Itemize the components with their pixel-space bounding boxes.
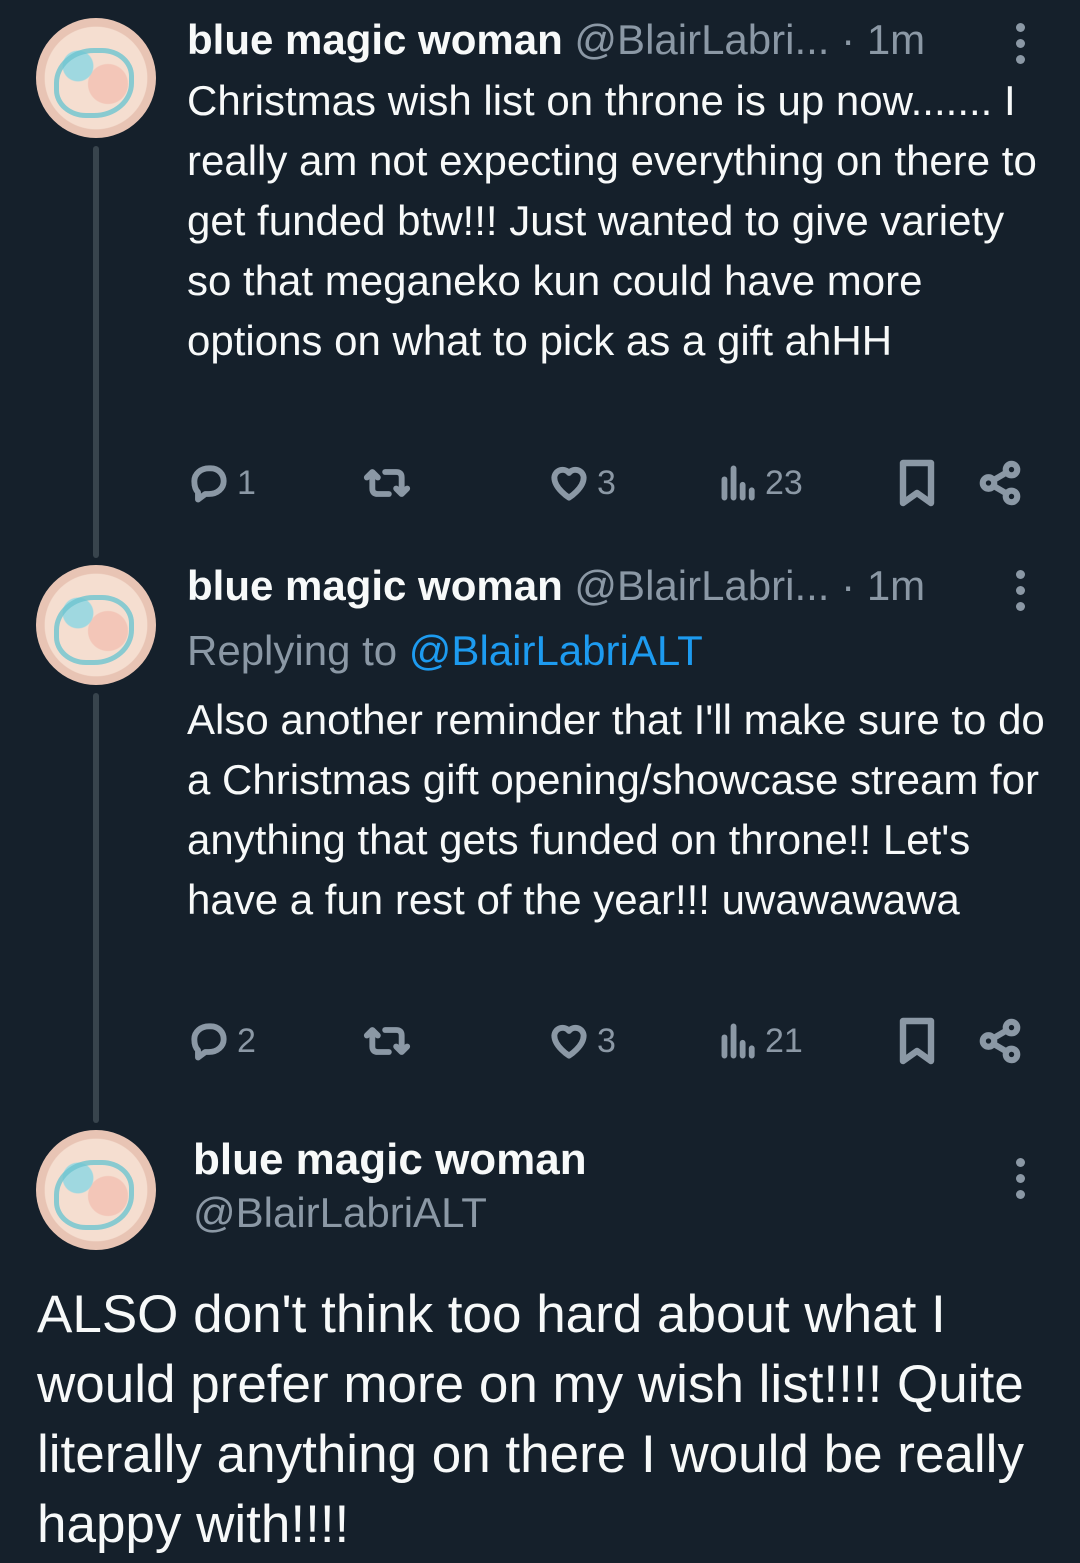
share-button[interactable]	[977, 1016, 1023, 1066]
heart-icon	[551, 466, 587, 501]
like-button[interactable]: 3	[547, 458, 616, 508]
like-count: 3	[597, 1021, 616, 1060]
views-icon	[721, 465, 755, 501]
retweet-icon	[363, 469, 411, 497]
like-count: 3	[597, 463, 616, 502]
tweet-header: blue magic woman @BlairLabri... · 1m	[187, 15, 925, 65]
avatar[interactable]	[36, 565, 156, 685]
replying-handle-link[interactable]: @BlairLabriALT	[409, 627, 703, 674]
retweet-button[interactable]	[362, 458, 412, 508]
more-vertical-icon[interactable]	[1010, 565, 1030, 615]
views-icon	[721, 1023, 755, 1059]
avatar[interactable]	[36, 1130, 156, 1250]
tweet-actions: 2 3 21	[187, 1016, 1037, 1066]
author-name[interactable]: blue magic woman	[187, 16, 563, 63]
author-handle[interactable]: @BlairLabri...	[574, 562, 829, 609]
author-handle[interactable]: @BlairLabriALT	[193, 1188, 487, 1238]
share-icon	[979, 460, 1021, 506]
tweet-text: Christmas wish list on throne is up now.…	[187, 77, 1037, 364]
separator-dot: ·	[841, 16, 856, 63]
replying-label: Replying to	[187, 627, 398, 674]
reply-button[interactable]: 1	[187, 458, 256, 508]
thread-line	[93, 693, 99, 1123]
more-vertical-icon[interactable]	[1010, 1153, 1030, 1203]
bookmark-button[interactable]	[897, 458, 937, 508]
timestamp[interactable]: 1m	[867, 562, 925, 609]
bookmark-button[interactable]	[897, 1016, 937, 1066]
author-name[interactable]: blue magic woman	[187, 562, 563, 609]
avatar[interactable]	[36, 18, 156, 138]
retweet-button[interactable]	[362, 1016, 412, 1066]
bookmark-icon	[899, 459, 935, 507]
views-button[interactable]: 23	[719, 458, 803, 508]
share-icon	[979, 1018, 1021, 1064]
views-count: 23	[765, 463, 803, 502]
tweet-actions: 1 3 23	[187, 458, 1037, 508]
separator-dot: ·	[841, 562, 856, 609]
views-button[interactable]: 21	[719, 1016, 803, 1066]
bookmark-icon	[899, 1017, 935, 1065]
reply-count: 1	[237, 463, 256, 502]
more-vertical-icon[interactable]	[1010, 18, 1030, 68]
retweet-icon	[363, 1027, 411, 1055]
author-handle[interactable]: @BlairLabri...	[574, 16, 829, 63]
views-count: 21	[765, 1021, 803, 1060]
share-button[interactable]	[977, 458, 1023, 508]
author-name[interactable]: blue magic woman	[193, 1135, 587, 1185]
main-tweet-text: ALSO don't think too hard about what I w…	[37, 1285, 1024, 1554]
tweet-header: blue magic woman @BlairLabri... · 1m	[187, 561, 925, 611]
tweet-text: Also another reminder that I'll make sur…	[187, 696, 1045, 923]
reply-count: 2	[237, 1021, 256, 1060]
thread-line	[93, 146, 99, 558]
timestamp[interactable]: 1m	[867, 16, 925, 63]
reply-icon	[191, 465, 227, 503]
heart-icon	[551, 1024, 587, 1059]
reply-button[interactable]: 2	[187, 1016, 256, 1066]
like-button[interactable]: 3	[547, 1016, 616, 1066]
replying-to: Replying to @BlairLabriALT	[187, 626, 703, 676]
reply-icon	[191, 1023, 227, 1061]
